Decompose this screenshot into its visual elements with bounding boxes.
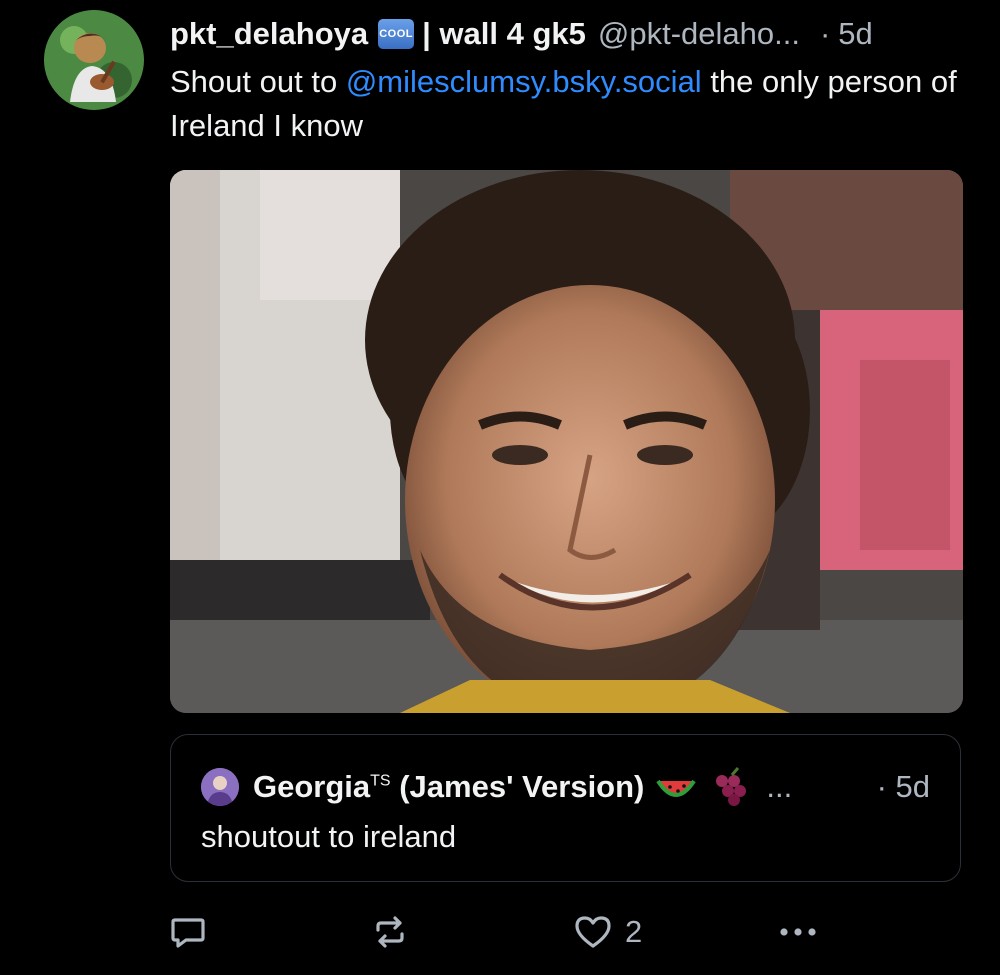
reply-button[interactable] — [168, 900, 208, 964]
reply-icon — [168, 912, 208, 952]
grapes-emoji-icon — [708, 765, 752, 809]
like-button[interactable]: 2 — [573, 900, 642, 964]
quote-post[interactable]: GeorgiaTS (James' Version) ... · 5d shou… — [170, 734, 961, 882]
quote-name: Georgia — [253, 769, 371, 804]
header-separator: · — [819, 16, 831, 51]
display-name[interactable]: pkt_delahoya — [170, 16, 368, 52]
watermelon-emoji-icon — [654, 765, 698, 809]
post-timestamp[interactable]: 5d — [838, 16, 872, 52]
quote-separator: · — [876, 769, 887, 804]
display-name-suffix[interactable]: | wall 4 gk5 — [422, 16, 586, 52]
quote-header: GeorgiaTS (James' Version) ... — [253, 765, 792, 809]
post-actions: 2 — [0, 900, 1000, 964]
repost-icon — [370, 912, 410, 952]
post-text: Shout out to @milesclumsy.bsky.social th… — [170, 60, 970, 148]
post-image[interactable] — [170, 170, 963, 713]
post-header: pkt_delahoya COOL | wall 4 gk5 @pkt-dela… — [170, 14, 873, 54]
mention-link[interactable]: @milesclumsy.bsky.social — [346, 64, 702, 99]
more-options-button[interactable] — [776, 900, 820, 964]
like-count: 2 — [625, 914, 643, 949]
quote-author-avatar[interactable] — [201, 768, 239, 806]
quote-text: shoutout to ireland — [201, 819, 457, 854]
quote-display-name[interactable]: GeorgiaTS (James' Version) — [253, 769, 644, 805]
cool-button-emoji-icon: COOL — [378, 19, 415, 49]
post-text-before: Shout out to — [170, 64, 346, 99]
quote-name-suffix: (James' Version) — [390, 769, 645, 804]
heart-icon — [573, 912, 613, 952]
quote-time: 5d — [895, 769, 930, 804]
author-handle[interactable]: @pkt-delaho... — [598, 16, 800, 52]
author-avatar[interactable] — [44, 10, 144, 110]
quote-name-superscript: TS — [370, 772, 391, 790]
repost-button[interactable] — [370, 900, 410, 964]
quote-timestamp[interactable]: · 5d — [877, 765, 930, 809]
more-icon — [776, 912, 820, 952]
quote-name-truncation: ... — [766, 769, 793, 804]
